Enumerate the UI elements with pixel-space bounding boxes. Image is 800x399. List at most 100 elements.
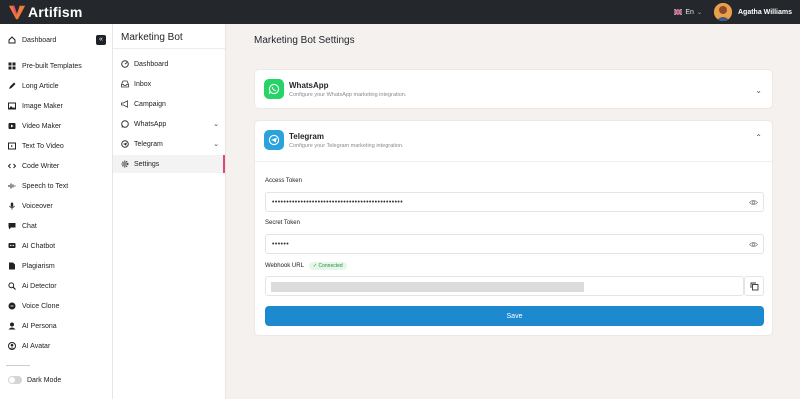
sidebar-item-chat[interactable]: Chat — [0, 217, 112, 235]
telegram-card-header[interactable]: Telegram Configure your Telegram marketi… — [264, 130, 404, 150]
subnav-item-label: Telegram — [134, 140, 163, 148]
chevron-down-icon: ⌄ — [696, 9, 702, 16]
chevron-down-icon[interactable]: ⌄ — [213, 140, 219, 148]
access-token-label: Access Token — [265, 178, 302, 184]
dashboard-icon — [121, 60, 129, 68]
user-avatar[interactable] — [713, 3, 732, 21]
sidebar-item-label: Chat — [22, 222, 37, 230]
sidebar-item-text-to-video[interactable]: Text To Video — [0, 137, 112, 155]
home-icon — [8, 36, 16, 44]
sidebar-item-video-maker[interactable]: Video Maker — [0, 117, 112, 135]
subnav-item-whatsapp[interactable]: WhatsApp ⌄ — [113, 115, 225, 133]
access-token-label-text: Access Token — [265, 178, 302, 184]
sidebar-divider — [6, 365, 30, 366]
speech-icon — [8, 182, 16, 190]
webhook-url-field[interactable] — [265, 276, 744, 296]
chevron-up-icon[interactable]: ⌃ — [755, 133, 762, 142]
eye-icon[interactable] — [749, 240, 758, 249]
whatsapp-icon — [264, 79, 284, 99]
chatbot-icon — [8, 242, 16, 250]
chat-icon — [8, 222, 16, 230]
sidebar-item-label: AI Chatbot — [22, 242, 56, 250]
top-bar: Artifism En ⌄ Agatha Williams — [0, 0, 800, 24]
sidebar-item-label: Image Maker — [22, 102, 63, 110]
save-button[interactable]: Save — [265, 306, 764, 326]
card-divider — [255, 161, 772, 162]
sidebar-item-label: Speech to Text — [22, 182, 69, 190]
subnav-item-label: Settings — [134, 160, 160, 168]
whatsapp-card-header: WhatsApp Configure your WhatsApp marketi… — [264, 79, 406, 99]
mic-icon — [8, 202, 16, 210]
chevron-down-icon[interactable]: ⌄ — [213, 120, 219, 128]
subnav-item-inbox[interactable]: Inbox — [113, 75, 225, 93]
sidebar-item-label: Code Writer — [22, 162, 60, 170]
inbox-icon — [121, 80, 129, 88]
brand-logo[interactable]: Artifism — [8, 3, 83, 21]
secret-token-label: Secret Token — [265, 220, 300, 226]
telegram-icon — [121, 140, 129, 148]
sidebar-item-label: AI Avatar — [22, 342, 51, 350]
sidebar-item-ai-persona[interactable]: AI Persona — [0, 317, 112, 335]
sidebar-item-dashboard[interactable]: Dashboard — [0, 31, 112, 49]
subnav-item-label: Dashboard — [134, 60, 169, 68]
avatar-icon — [8, 342, 16, 350]
sidebar-item-ai-detector[interactable]: Ai Detector — [0, 277, 112, 295]
sidebar-item-code-writer[interactable]: Code Writer — [0, 157, 112, 175]
secret-token-input[interactable]: •••••• — [265, 234, 764, 254]
subnav-title: Marketing Bot — [121, 32, 183, 43]
language-selector[interactable]: En ⌄ — [674, 9, 702, 16]
sidebar-item-label: Ai Detector — [22, 282, 57, 290]
sidebar-item-long-article[interactable]: Long Article — [0, 77, 112, 95]
whatsapp-card[interactable]: WhatsApp Configure your WhatsApp marketi… — [254, 69, 773, 109]
dark-mode-label: Dark Mode — [27, 376, 62, 384]
status-badge: ✓ Connected — [308, 262, 347, 270]
persona-icon — [8, 322, 16, 330]
sidebar-item-plagiarism[interactable]: Plagiarism — [0, 257, 112, 275]
sidebar-item-image-maker[interactable]: Image Maker — [0, 97, 112, 115]
sidebar-item-pre-built-templates[interactable]: Pre-built Templates — [0, 57, 112, 75]
sidebar-item-label: Voiceover — [22, 202, 53, 210]
subnav-item-telegram[interactable]: Telegram ⌄ — [113, 135, 225, 153]
sidebar-item-label: AI Persona — [22, 322, 57, 330]
plagiarism-icon — [8, 262, 16, 270]
voice-clone-icon — [8, 302, 16, 310]
secret-token-label-text: Secret Token — [265, 220, 300, 226]
code-icon — [8, 162, 16, 170]
chevron-down-icon[interactable]: ⌄ — [755, 86, 762, 95]
subnav-item-dashboard[interactable]: Dashboard — [113, 55, 225, 73]
language-label: En — [685, 8, 694, 16]
gear-icon — [121, 160, 129, 168]
main-sidebar: « Dashboard Pre-built Templates Long Art… — [0, 24, 113, 399]
main-content: Marketing Bot Settings WhatsApp Configur… — [226, 24, 800, 399]
webhook-url-label: Webhook URL ✓ Connected — [265, 262, 347, 270]
image-icon — [8, 102, 16, 110]
sidebar-item-ai-chatbot[interactable]: AI Chatbot — [0, 237, 112, 255]
webhook-url-value — [271, 282, 584, 292]
avatar-image — [713, 3, 732, 21]
pen-icon — [8, 82, 16, 90]
sidebar-item-label: Pre-built Templates — [22, 62, 82, 70]
sidebar-item-voice-clone[interactable]: Voice Clone — [0, 297, 112, 315]
telegram-icon — [264, 130, 284, 150]
subnav-item-label: Campaign — [134, 100, 166, 108]
sidebar-item-speech-to-text[interactable]: Speech to Text — [0, 177, 112, 195]
eye-icon[interactable] — [749, 198, 758, 207]
sidebar-item-voiceover[interactable]: Voiceover — [0, 197, 112, 215]
whatsapp-card-title: WhatsApp — [289, 80, 329, 90]
sidebar-item-label: Voice Clone — [22, 302, 60, 310]
detector-icon — [8, 282, 16, 290]
copy-button[interactable] — [744, 276, 764, 296]
access-token-input[interactable]: ••••••••••••••••••••••••••••••••••••••••… — [265, 192, 764, 212]
sidebar-item-label: Plagiarism — [22, 262, 55, 270]
sidebar-item-label: Dashboard — [22, 36, 57, 44]
subnav-item-campaign[interactable]: Campaign — [113, 95, 225, 113]
user-name[interactable]: Agatha Williams — [738, 9, 792, 16]
sidebar-item-ai-avatar[interactable]: AI Avatar — [0, 337, 112, 355]
telegram-card-subtitle: Configure your Telegram marketing integr… — [289, 142, 404, 149]
grid-icon — [8, 62, 16, 70]
dark-mode-toggle[interactable]: Dark Mode — [8, 376, 61, 384]
marketing-bot-nav: Marketing Bot Dashboard Inbox Campaign W… — [113, 24, 226, 399]
toggle-switch[interactable] — [8, 376, 22, 384]
telegram-card: Telegram Configure your Telegram marketi… — [254, 120, 773, 336]
subnav-item-settings[interactable]: Settings — [113, 155, 225, 173]
